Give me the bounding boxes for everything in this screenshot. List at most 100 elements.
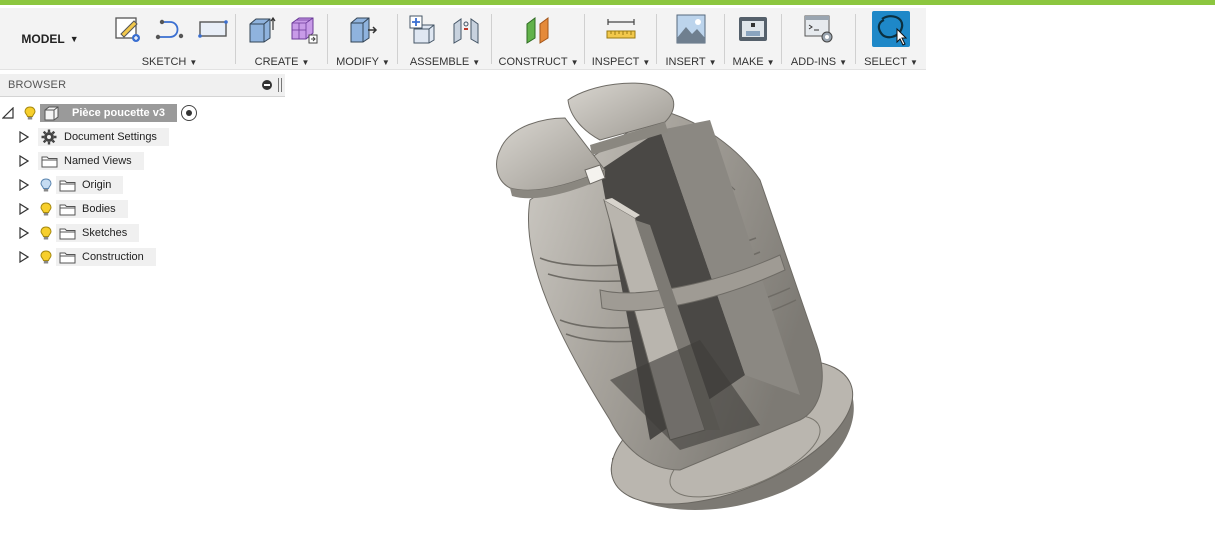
root-component-label: Pièce poucette v3 [72, 107, 165, 119]
chevron-down-icon: ▼ [69, 33, 79, 44]
visibility-bulb-icon[interactable] [38, 248, 54, 266]
assemble-label: ASSEMBLE [409, 56, 470, 68]
insert-label: INSERT [665, 56, 706, 68]
bodies-node[interactable]: Bodies [56, 200, 128, 218]
visibility-bulb-icon[interactable] [38, 200, 54, 218]
workspace-switcher[interactable]: MODEL ▼ [0, 8, 100, 69]
create-label: CREATE [254, 56, 299, 68]
browser-item-construction[interactable]: Construction [18, 247, 156, 267]
main-toolbar: MODEL ▼ SKETCH ▼ CREATE ▼ MODIFY ▼ ASSEM… [0, 8, 926, 70]
create-group: CREATE ▼ [236, 8, 328, 69]
browser-item-label: Document Settings [64, 131, 157, 143]
component-icon [40, 104, 62, 122]
make-menu[interactable]: MAKE ▼ [725, 56, 782, 68]
sketch-menu[interactable]: SKETCH ▼ [103, 56, 236, 68]
lasso-select-icon [877, 15, 908, 46]
select-label: SELECT [864, 56, 907, 68]
folder-icon [56, 176, 78, 194]
sketch-group: SKETCH ▼ [103, 8, 236, 69]
modify-menu[interactable]: MODIFY ▼ [328, 56, 398, 68]
joint-button[interactable] [451, 14, 481, 44]
3d-print-button[interactable] [738, 14, 768, 44]
browser-item-origin[interactable]: Origin [18, 175, 124, 195]
browser-title: BROWSER [8, 79, 67, 91]
browser-item-label: Construction [82, 251, 144, 263]
line-button[interactable] [154, 14, 184, 44]
construct-group: CONSTRUCT ▼ [492, 8, 585, 69]
offset-plane-button[interactable] [523, 14, 553, 44]
document-settings-node[interactable]: Document Settings [38, 128, 169, 146]
browser-panel-header: BROWSER [0, 74, 285, 97]
press-pull-button[interactable] [348, 14, 378, 44]
addins-menu[interactable]: ADD-INS ▼ [782, 56, 856, 68]
activate-component-radio-icon[interactable] [180, 105, 197, 121]
3d-printer-icon [739, 17, 767, 41]
modify-label: MODIFY [336, 56, 379, 68]
rectangle-icon [198, 20, 228, 38]
browser-item-label: Named Views [64, 155, 132, 167]
modify-group: MODIFY ▼ [328, 8, 398, 69]
extrude-button[interactable] [246, 14, 276, 44]
form-button[interactable] [288, 14, 318, 44]
folder-icon [38, 152, 60, 170]
browser-item-label: Bodies [82, 203, 116, 215]
create-sketch-button[interactable] [112, 14, 142, 44]
form-cube-icon [291, 17, 318, 44]
rectangle-button[interactable] [198, 14, 228, 44]
browser-item-document-settings[interactable]: Document Settings [18, 127, 169, 147]
expand-toggle-icon[interactable] [18, 226, 30, 240]
browser-item-sketches[interactable]: Sketches [18, 223, 140, 243]
expand-toggle-icon[interactable] [18, 154, 30, 168]
select-menu[interactable]: SELECT ▼ [856, 56, 926, 68]
new-component-icon [409, 15, 435, 44]
3d-model-viewport[interactable] [470, 70, 890, 530]
visibility-bulb-off-icon[interactable] [38, 176, 54, 194]
browser-item-label: Sketches [82, 227, 128, 239]
addins-group: ADD-INS ▼ [782, 8, 856, 69]
brand-bar [0, 0, 1215, 5]
select-tool-button[interactable] [872, 11, 910, 47]
expand-toggle-icon[interactable] [18, 130, 30, 144]
root-component[interactable]: Pièce poucette v3 [40, 104, 177, 122]
browser-root-row[interactable]: Pièce poucette v3 [2, 103, 197, 123]
inspect-menu[interactable]: INSPECT ▼ [585, 56, 657, 68]
measure-icon [606, 19, 636, 39]
folder-icon [56, 224, 78, 242]
expand-toggle-icon[interactable] [18, 250, 30, 264]
make-group: MAKE ▼ [725, 8, 782, 69]
origin-node[interactable]: Origin [56, 176, 124, 194]
browser-item-bodies[interactable]: Bodies [18, 199, 128, 219]
canvas-button[interactable] [676, 14, 706, 44]
named-views-node[interactable]: Named Views [38, 152, 144, 170]
panel-grip-icon[interactable] [278, 78, 282, 92]
gear-icon [38, 128, 60, 146]
assemble-menu[interactable]: ASSEMBLE ▼ [398, 56, 492, 68]
construct-menu[interactable]: CONSTRUCT ▼ [492, 56, 585, 68]
scripts-addins-button[interactable] [804, 14, 834, 44]
browser-item-label: Origin [82, 179, 112, 191]
workspace-label: MODEL [21, 31, 65, 46]
visibility-bulb-icon[interactable] [38, 224, 54, 242]
construct-label: CONSTRUCT [498, 56, 568, 68]
insert-group: INSERT ▼ [657, 8, 725, 69]
measure-button[interactable] [606, 14, 636, 44]
extrude-icon [249, 16, 276, 43]
inspect-group: INSPECT ▼ [585, 8, 657, 69]
make-label: MAKE [732, 56, 764, 68]
browser-item-named-views[interactable]: Named Views [18, 151, 144, 171]
sketches-node[interactable]: Sketches [56, 224, 140, 242]
expand-toggle-open-icon[interactable] [2, 106, 14, 120]
image-canvas-icon [676, 14, 706, 44]
spline-icon [155, 19, 184, 40]
assemble-group: ASSEMBLE ▼ [398, 8, 492, 69]
expand-toggle-icon[interactable] [18, 202, 30, 216]
create-menu[interactable]: CREATE ▼ [236, 56, 328, 68]
joint-icon [453, 18, 479, 44]
expand-toggle-icon[interactable] [18, 178, 30, 192]
select-group: SELECT ▼ [856, 8, 926, 69]
construction-node[interactable]: Construction [56, 248, 156, 266]
collapse-panel-icon[interactable] [262, 80, 272, 90]
insert-menu[interactable]: INSERT ▼ [657, 56, 725, 68]
visibility-bulb-icon[interactable] [22, 104, 38, 122]
new-component-button[interactable] [408, 14, 438, 44]
